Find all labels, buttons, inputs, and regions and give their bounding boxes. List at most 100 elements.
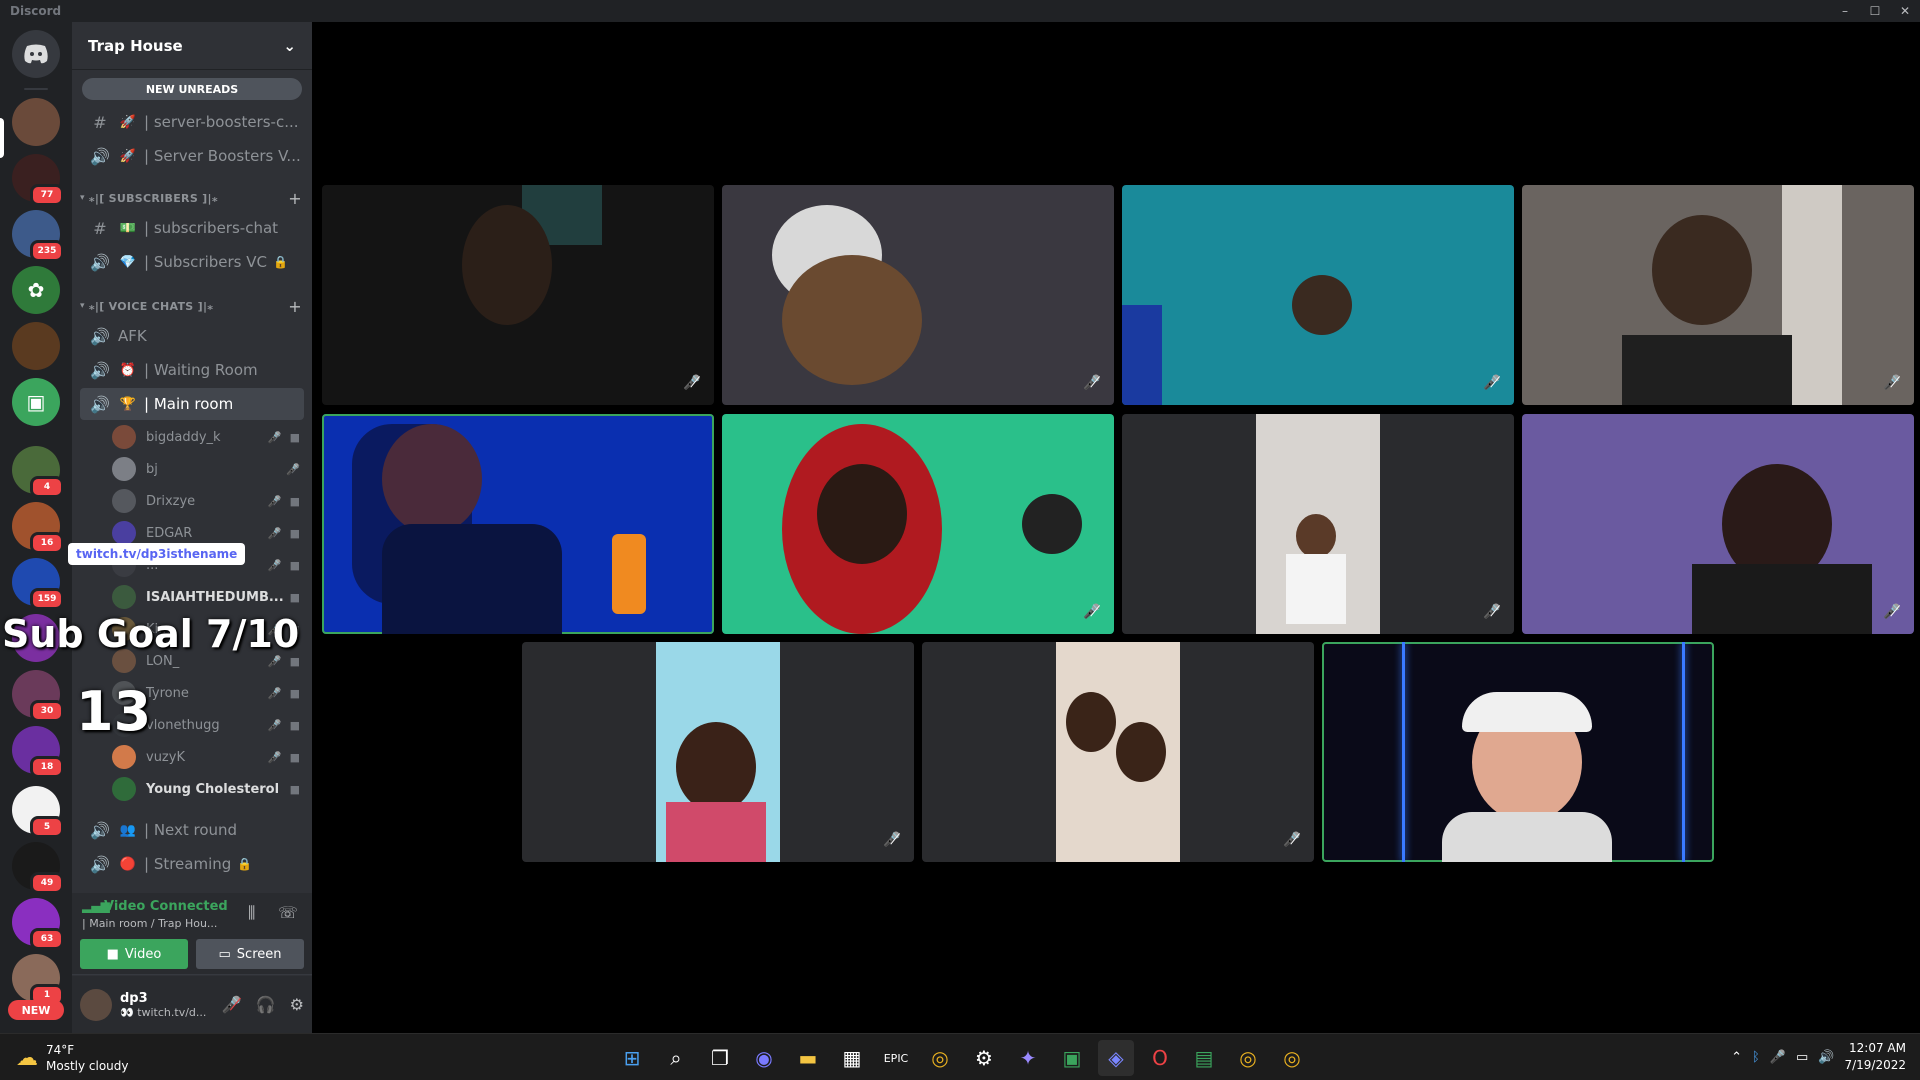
minimize-button[interactable]: – (1830, 0, 1860, 22)
video-tile[interactable]: 🎤̸ (1122, 414, 1514, 634)
video-tile[interactable]: 🎤̸ (522, 642, 914, 862)
voice-user-name: Drixzye (146, 493, 196, 509)
video-tile-speaking[interactable] (322, 414, 714, 634)
channel-name: AFK (118, 327, 147, 345)
server-icon-2[interactable]: 77 (12, 154, 64, 206)
streamlabs-icon[interactable]: ▣ (1054, 1040, 1090, 1076)
maximize-button[interactable]: ☐ (1860, 0, 1890, 22)
task-view-icon[interactable]: ❐ (702, 1040, 738, 1076)
server-icon-7[interactable]: 4 (12, 446, 64, 498)
server-icon-6[interactable]: ▣ (12, 378, 60, 426)
bluetooth-icon[interactable]: ᛒ (1752, 1050, 1760, 1065)
store-icon[interactable]: ▦ (834, 1040, 870, 1076)
server-icon-15[interactable]: 63 (12, 898, 64, 950)
epic-games-icon[interactable]: EPIC (878, 1040, 914, 1076)
voice-user[interactable]: bj 🎤̸ (112, 454, 304, 484)
mic-muted-icon: 🎤̸ (267, 750, 282, 764)
new-unreads-bar[interactable]: NEW UNREADS (82, 78, 302, 100)
server-icon-13[interactable]: 5 (12, 786, 64, 838)
search-icon[interactable]: ⌕ (658, 1040, 694, 1076)
chrome-profile-icon[interactable]: ◎ (1230, 1040, 1266, 1076)
channel-waiting-room[interactable]: 🔊 ⏰ | Waiting Room (80, 354, 304, 386)
server-header[interactable]: Trap House ⌄ (72, 22, 312, 70)
spreadsheet-icon[interactable]: ▤ (1186, 1040, 1222, 1076)
mic-muted-icon: 🎤̸ (1083, 604, 1101, 620)
speaker-icon: 🔊 (90, 326, 110, 346)
channel-server-boosters-vc[interactable]: 🔊 🚀 | Server Boosters V... (80, 140, 304, 172)
channel-name: | Subscribers VC (144, 253, 268, 271)
speaker-icon: 🔊 (90, 146, 110, 166)
video-tile[interactable]: 🎤̸ (922, 642, 1314, 862)
voice-user[interactable]: bigdaddy_k 🎤̸ ■ (112, 422, 304, 452)
server-icon-5[interactable] (12, 322, 60, 370)
server-icon-12[interactable]: 18 (12, 726, 64, 778)
server-icon-11[interactable]: 30 (12, 670, 64, 722)
server-rail: 77 235 ✿ ▣ 4 16 159 30 18 5 49 63 1 NEW (0, 22, 72, 1033)
discord-taskbar-icon[interactable]: ◈ (1098, 1040, 1134, 1076)
noise-suppression-icon[interactable]: ⫼ (248, 903, 255, 923)
chevron-up-icon[interactable]: ⌃ (1731, 1050, 1742, 1065)
server-icon-16[interactable]: 1 (12, 954, 64, 1006)
avatar (112, 745, 136, 769)
voice-user[interactable]: Drixzye 🎤̸ ■ (112, 486, 304, 516)
microphone-icon[interactable]: 🎤 (1770, 1050, 1786, 1065)
headphones-icon[interactable]: 🎧 (256, 995, 276, 1014)
video-tile[interactable]: 🎤̸ (322, 185, 714, 405)
clock[interactable]: 12:07 AM 7/19/2022 (1844, 1040, 1906, 1074)
channel-main-room[interactable]: 🔊 🏆 | Main room (80, 388, 304, 420)
close-window-button[interactable]: ✕ (1890, 0, 1920, 22)
voice-user-name: EDGAR (146, 525, 193, 541)
video-tile[interactable]: 🎤̸ (1522, 414, 1914, 634)
disconnect-icon[interactable]: ☏ (278, 903, 298, 922)
server-icon-8[interactable]: 16 (12, 502, 64, 554)
voice-user[interactable]: ISAIAHTHEDUMB... ■ (112, 582, 304, 612)
opera-icon[interactable]: O (1142, 1040, 1178, 1076)
server-icon-9[interactable]: 159 (12, 558, 64, 610)
start-icon[interactable]: ⊞ (614, 1040, 650, 1076)
channel-afk[interactable]: 🔊 AFK (80, 320, 304, 352)
new-unreads-rail-pill[interactable]: NEW (8, 1000, 64, 1020)
server-icon-4[interactable]: ✿ (12, 266, 60, 314)
video-tile[interactable]: 🎤̸ (1522, 185, 1914, 405)
mic-muted-icon: 🎤̸ (1483, 604, 1501, 620)
mic-muted-icon: 🎤̸ (286, 462, 300, 476)
channel-next-round[interactable]: 🔊 👥 | Next round (80, 814, 304, 846)
video-button[interactable]: ■ Video (80, 939, 188, 969)
create-channel-icon[interactable]: + (288, 297, 302, 316)
chrome-icon[interactable]: ◎ (922, 1040, 958, 1076)
category-voice-chats[interactable]: ▾ ⁎|[ VOICE CHATS ]|⁎ + (76, 296, 308, 316)
video-tile-speaking[interactable] (1322, 642, 1714, 862)
voice-user[interactable]: Young Cholesterol ■ (112, 774, 304, 804)
video-tile[interactable]: 🎤̸ (722, 185, 1114, 405)
mic-muted-icon: 🎤̸ (1883, 604, 1901, 620)
file-explorer-icon[interactable]: ▬ (790, 1040, 826, 1076)
user-avatar[interactable] (80, 988, 112, 1021)
home-button[interactable] (12, 30, 60, 78)
category-subscribers[interactable]: ▾ ⁎|[ SUBSCRIBERS ]|⁎ + (76, 188, 308, 208)
steam-icon[interactable]: ⚙ (966, 1040, 1002, 1076)
server-icon-1[interactable] (12, 98, 60, 146)
chrome-profile-icon-2[interactable]: ◎ (1274, 1040, 1310, 1076)
channel-subscribers-chat[interactable]: # 💵 | subscribers-chat (80, 212, 304, 244)
screen-share-button[interactable]: ▭ Screen (196, 939, 304, 969)
weather-widget[interactable]: ☁ 74°F Mostly cloudy (16, 1042, 129, 1074)
channel-server-boosters-chat[interactable]: # 🚀 | server-boosters-c... (80, 106, 304, 138)
unread-badge: 159 (30, 588, 64, 610)
video-tile[interactable]: 🎤̸ (722, 414, 1114, 634)
mic-muted-icon[interactable]: 🎤̸ (222, 995, 242, 1014)
unread-badge: 16 (30, 532, 64, 554)
server-icon-14[interactable]: 49 (12, 842, 64, 894)
camera-icon: ■ (289, 686, 300, 700)
server-icon-3[interactable]: 235 (12, 210, 64, 262)
network-icon[interactable]: ▭ (1796, 1050, 1808, 1065)
channel-streaming[interactable]: 🔊 🔴 | Streaming 🔒 (80, 848, 304, 880)
chat-icon[interactable]: ◉ (746, 1040, 782, 1076)
gear-icon[interactable]: ⚙ (290, 995, 304, 1014)
gamepad-icon[interactable]: ✦ (1010, 1040, 1046, 1076)
volume-icon[interactable]: 🔊 (1818, 1050, 1834, 1065)
video-tile[interactable]: 🎤̸ (1122, 185, 1514, 405)
voice-user[interactable]: vuzyK 🎤̸ ■ (112, 742, 304, 772)
create-channel-icon[interactable]: + (288, 189, 302, 208)
channel-subscribers-vc[interactable]: 🔊 💎 | Subscribers VC 🔒 (80, 246, 304, 278)
portrait-video (1056, 642, 1180, 862)
